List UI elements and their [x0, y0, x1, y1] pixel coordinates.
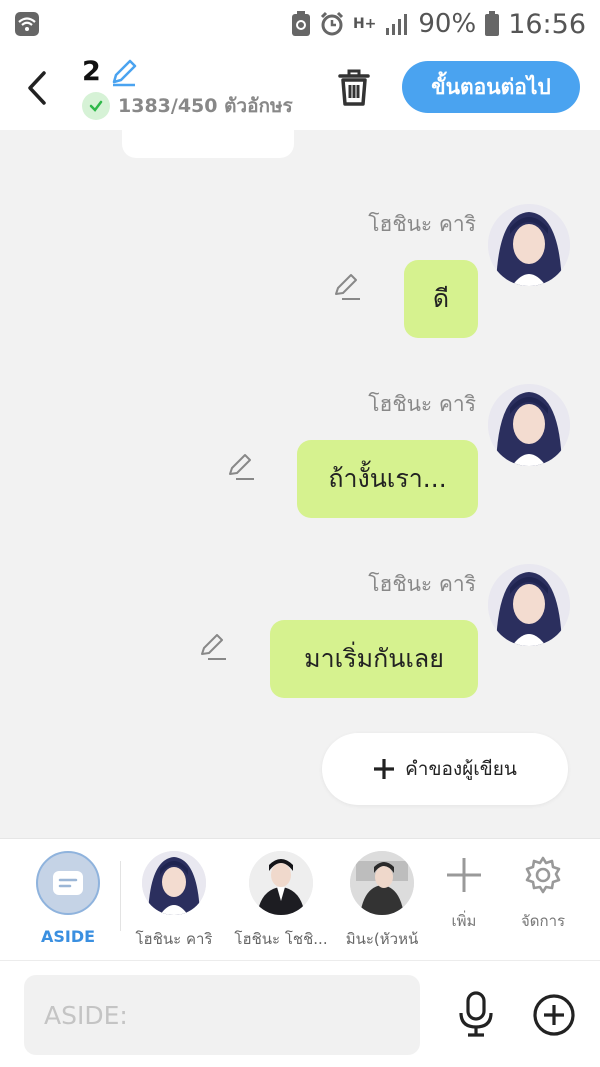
avatar: [350, 851, 414, 915]
previous-message-bubble[interactable]: [122, 130, 294, 158]
add-character-button[interactable]: เพิ่ม: [424, 855, 504, 933]
voice-input-button[interactable]: [456, 991, 496, 1037]
chat-area[interactable]: โฮชินะ คาริ ดี โฮชินะ คาริ ถ้างั้นเรา...…: [0, 130, 600, 838]
signal-icon: [384, 12, 410, 36]
avatar[interactable]: [488, 384, 570, 466]
edit-message-button[interactable]: [332, 272, 362, 302]
clock: 16:56: [508, 8, 586, 40]
back-button[interactable]: [24, 68, 60, 108]
wifi-icon: [14, 11, 40, 37]
message-input[interactable]: [24, 975, 420, 1055]
episode-number: 2: [82, 56, 101, 87]
sender-name: โฮชินะ คาริ: [368, 212, 476, 236]
character-mina[interactable]: มินะ(หัวหน้: [332, 851, 432, 951]
chevron-left-icon: [28, 71, 46, 105]
divider: [120, 861, 121, 931]
edit-title-button[interactable]: [109, 57, 139, 87]
character-label: ASIDE: [40, 927, 96, 946]
message-bubble[interactable]: ถ้างั้นเรา...: [297, 440, 478, 518]
message-bubble[interactable]: ดี: [404, 260, 478, 338]
pencil-icon: [201, 634, 226, 660]
message-bubble[interactable]: มาเริ่มกันเลย: [270, 620, 478, 698]
battery-percent: 90%: [418, 9, 477, 39]
manage-label: จัดการ: [520, 912, 566, 930]
plus-icon: [447, 858, 481, 892]
microphone-icon: [459, 991, 493, 1037]
avatar: [249, 851, 313, 915]
aside-icon: [36, 851, 100, 915]
add-label: เพิ่ม: [451, 912, 477, 930]
plus-icon: [374, 759, 395, 779]
alarm-icon: [319, 11, 345, 37]
sender-name: โฮชินะ คาริ: [368, 572, 476, 596]
episode-info: 2 1383/450 ตัวอักษร: [82, 56, 293, 121]
character-hoshina-kari[interactable]: โฮชินะ คาริ: [124, 851, 224, 951]
recycle-notification-icon: [291, 11, 311, 37]
status-bar: H+ 90% 16:56: [0, 0, 600, 48]
plus-circle-icon: [533, 994, 575, 1036]
gear-icon: [525, 856, 561, 894]
character-aside[interactable]: ASIDE: [18, 851, 118, 946]
edit-message-button[interactable]: [226, 452, 256, 482]
character-label: มินะ(หัวหน้: [345, 930, 419, 948]
trash-icon: [338, 69, 370, 106]
sender-name: โฮชินะ คาริ: [368, 392, 476, 416]
delete-button[interactable]: [334, 66, 374, 108]
next-step-button[interactable]: ขั้นตอนต่อไป: [402, 61, 580, 113]
author-note-label: คำของผู้เขียน: [405, 758, 517, 780]
editor-header: 2 1383/450 ตัวอักษร ขั้นตอนต่อไป: [0, 48, 600, 130]
character-count: 1383/450 ตัวอักษร: [118, 95, 293, 117]
add-media-button[interactable]: [532, 993, 576, 1037]
character-label: โฮชินะ โชชิ...: [234, 930, 328, 948]
pencil-icon: [112, 59, 137, 86]
check-icon: [82, 92, 110, 120]
network-type: H+: [352, 16, 377, 32]
character-selector: ASIDE โฮชินะ คาริ โฮชินะ โชชิ... มินะ(หั…: [0, 838, 600, 960]
author-note-button[interactable]: คำของผู้เขียน: [322, 733, 568, 805]
pencil-icon: [335, 274, 360, 300]
avatar: [142, 851, 206, 915]
battery-icon: [484, 11, 500, 37]
edit-message-button[interactable]: [198, 632, 228, 662]
manage-characters-button[interactable]: จัดการ: [503, 855, 583, 933]
input-bar: [0, 960, 600, 1067]
character-label: โฮชินะ คาริ: [135, 930, 213, 948]
character-hoshina-soshi[interactable]: โฮชินะ โชชิ...: [231, 851, 331, 951]
pencil-icon: [229, 454, 254, 480]
avatar[interactable]: [488, 204, 570, 286]
avatar[interactable]: [488, 564, 570, 646]
